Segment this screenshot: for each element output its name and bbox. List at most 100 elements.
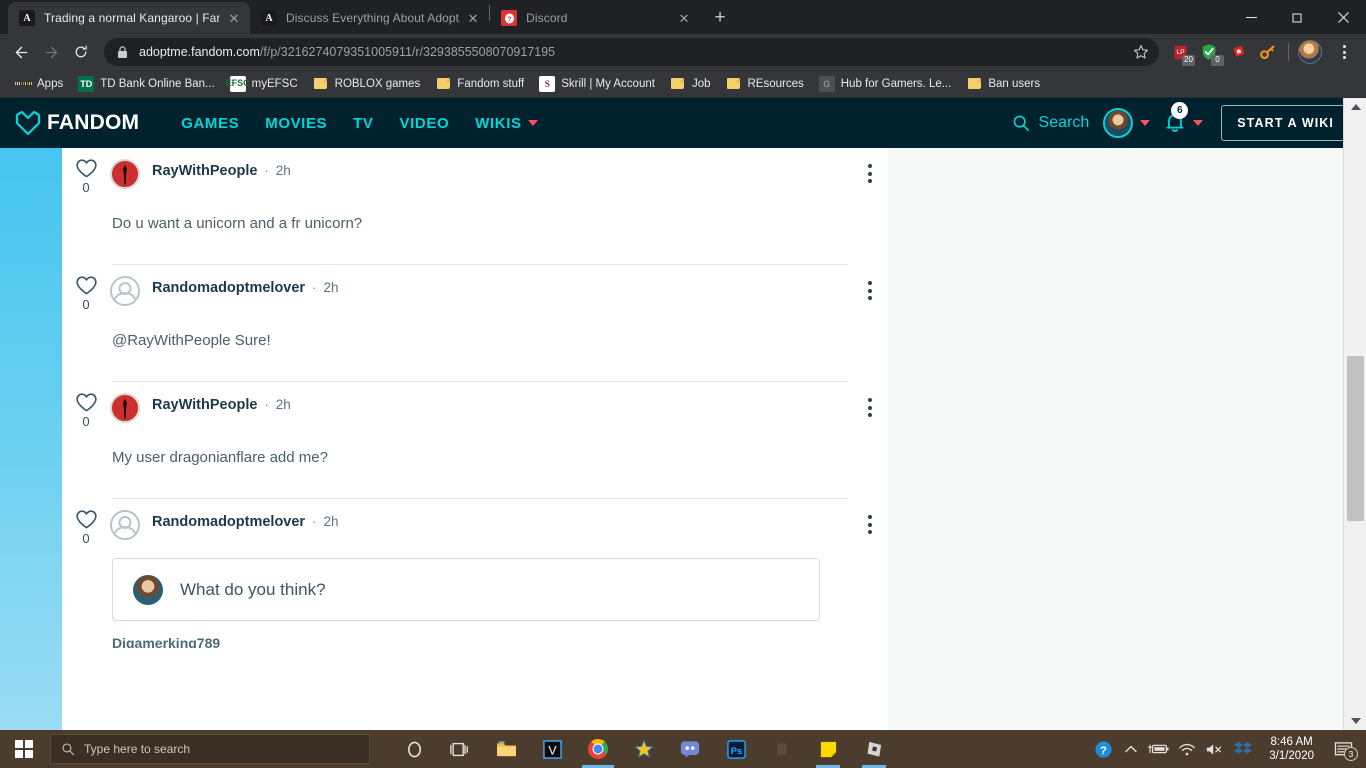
scroll-up-button[interactable] xyxy=(1344,98,1366,116)
browser-tab-3[interactable]: ? Discord ✕ xyxy=(490,2,700,34)
battery-icon[interactable] xyxy=(1147,730,1171,768)
efsc-icon: EFSC xyxy=(226,75,250,92)
vegas-icon[interactable]: V xyxy=(530,730,574,768)
folder-icon xyxy=(313,76,329,92)
new-tab-button[interactable]: + xyxy=(706,4,734,32)
start-a-wiki-button[interactable]: START A WIKI xyxy=(1221,105,1350,141)
folder-icon xyxy=(435,76,451,92)
start-button[interactable] xyxy=(0,730,48,768)
key-extension[interactable] xyxy=(1254,39,1280,65)
browser-tab-1[interactable]: A Trading a normal Kangaroo | Fan ✕ xyxy=(8,2,250,34)
bookmark-skrill[interactable]: S Skrill | My Account xyxy=(532,73,662,95)
fandom-wordmark: FANDOM xyxy=(47,111,140,134)
profile-avatar[interactable] xyxy=(1297,39,1323,65)
system-tray: ? 8:46 AM 3/1/2020 3 xyxy=(1091,730,1366,768)
default-avatar[interactable] xyxy=(110,510,140,540)
file-explorer-icon[interactable] xyxy=(484,730,528,768)
bookmark-job[interactable]: Job xyxy=(663,73,718,95)
bookmark-star-icon[interactable] xyxy=(1125,44,1149,60)
task-view-icon[interactable] xyxy=(438,730,482,768)
comment-options-button[interactable] xyxy=(861,277,879,304)
search-button[interactable]: Search xyxy=(1012,114,1089,132)
like-control[interactable]: 0 xyxy=(62,391,110,429)
nav-link-tv[interactable]: TV xyxy=(353,115,373,132)
nav-link-movies[interactable]: MOVIES xyxy=(265,115,327,132)
browser-tab-2[interactable]: A Discuss Everything About Adopt ✕ xyxy=(250,2,489,34)
reload-button[interactable] xyxy=(66,37,96,67)
taskbar-search-box[interactable]: Type here to search xyxy=(50,734,370,764)
reply-input[interactable]: What do you think? xyxy=(180,580,326,600)
taskbar-clock[interactable]: 8:46 AM 3/1/2020 xyxy=(1259,735,1324,763)
page-viewport: FANDOM GAMES MOVIES TV VIDEO WIKIS Searc… xyxy=(0,98,1366,730)
bookmark-myefsc[interactable]: EFSC myEFSC xyxy=(223,73,305,95)
bookmark-ban-users[interactable]: Ban users xyxy=(959,73,1047,95)
comment-item: 0 Randomadoptmelover · 2h xyxy=(62,499,888,546)
sticky-notes-icon[interactable] xyxy=(806,730,850,768)
nav-link-games[interactable]: GAMES xyxy=(181,115,239,132)
minimize-button[interactable] xyxy=(1228,0,1274,34)
scroll-down-button[interactable] xyxy=(1344,712,1366,730)
chevron-up-icon xyxy=(1350,104,1361,110)
help-icon[interactable]: ? xyxy=(1091,730,1115,768)
nav-link-wikis[interactable]: WIKIS xyxy=(475,115,538,132)
toolbar-separator xyxy=(1288,43,1289,61)
back-button[interactable] xyxy=(6,37,36,67)
bookmark-td-bank[interactable]: TD TD Bank Online Ban... xyxy=(71,73,221,95)
bookmark-resources[interactable]: REsources xyxy=(719,73,811,95)
dropbox-icon[interactable] xyxy=(1231,730,1255,768)
dim-icon[interactable] xyxy=(760,730,804,768)
reply-composer[interactable]: What do you think? xyxy=(112,558,820,621)
user-avatar-menu[interactable] xyxy=(1103,108,1151,138)
notifications-button[interactable]: 6 xyxy=(1164,102,1204,135)
like-control[interactable]: 0 xyxy=(62,508,110,546)
close-window-button[interactable] xyxy=(1320,0,1366,34)
like-control[interactable]: 0 xyxy=(62,157,110,195)
folder-icon xyxy=(726,76,742,92)
like-control[interactable]: 0 xyxy=(62,274,110,312)
chrome-menu-button[interactable] xyxy=(1332,45,1356,59)
roblox-icon[interactable] xyxy=(852,730,896,768)
shield-extension[interactable]: 0 xyxy=(1196,39,1224,66)
address-bar[interactable]: adoptme.fandom.com/f/p/32162740793510059… xyxy=(104,38,1159,66)
chevron-down-icon xyxy=(1350,718,1361,724)
volume-muted-icon[interactable] xyxy=(1203,730,1227,768)
scrollbar-thumb[interactable] xyxy=(1347,356,1364,521)
comment-options-button[interactable] xyxy=(861,160,879,187)
bookmark-apps[interactable]: Apps xyxy=(8,73,70,95)
ray-avatar[interactable] xyxy=(110,159,140,189)
comment-author[interactable]: Randomadoptmelover xyxy=(152,280,305,296)
chrome-icon[interactable] xyxy=(576,730,620,768)
wifi-icon[interactable] xyxy=(1175,730,1199,768)
photoshop-icon[interactable]: Ps xyxy=(714,730,758,768)
show-hidden-icons-button[interactable] xyxy=(1119,730,1143,768)
comment-author[interactable]: RayWithPeople xyxy=(152,163,257,179)
nav-link-video[interactable]: VIDEO xyxy=(400,115,450,132)
comment-header: 0 RayWithPeople · 2h xyxy=(62,148,872,195)
discord-icon[interactable] xyxy=(668,730,712,768)
comment-author[interactable]: RayWithPeople xyxy=(152,397,257,413)
roblox-extension[interactable] xyxy=(1225,39,1251,65)
tab-close-icon[interactable]: ✕ xyxy=(676,10,692,26)
comment-options-button[interactable] xyxy=(861,394,879,421)
like-count: 0 xyxy=(82,180,90,195)
ray-avatar[interactable] xyxy=(110,393,140,423)
cortana-icon[interactable] xyxy=(392,730,436,768)
tab-close-icon[interactable]: ✕ xyxy=(465,10,481,26)
default-avatar[interactable] xyxy=(110,276,140,306)
bookmark-roblox-games[interactable]: ROBLOX games xyxy=(306,73,428,95)
folder-icon xyxy=(966,76,982,92)
maximize-button[interactable] xyxy=(1274,0,1320,34)
extension-badge: 0 xyxy=(1211,55,1224,66)
taskbar-apps: V Ps xyxy=(392,730,896,768)
comment-options-button[interactable] xyxy=(861,511,879,538)
bookmark-hub-for-gamers[interactable]: G Hub for Gamers. Le... xyxy=(812,73,959,95)
fandom-logo[interactable]: FANDOM xyxy=(14,110,139,136)
star-icon[interactable] xyxy=(622,730,666,768)
comment-author[interactable]: Randomadoptmelover xyxy=(152,514,305,530)
action-center-button[interactable]: 3 xyxy=(1328,730,1358,768)
lastpass-extension[interactable]: LP 20 xyxy=(1167,39,1195,66)
browser-window: A Trading a normal Kangaroo | Fan ✕ A Di… xyxy=(0,0,1366,730)
tab-close-icon[interactable]: ✕ xyxy=(226,10,242,26)
bookmark-fandom-stuff[interactable]: Fandom stuff xyxy=(428,73,531,95)
page-scrollbar[interactable] xyxy=(1343,98,1366,730)
